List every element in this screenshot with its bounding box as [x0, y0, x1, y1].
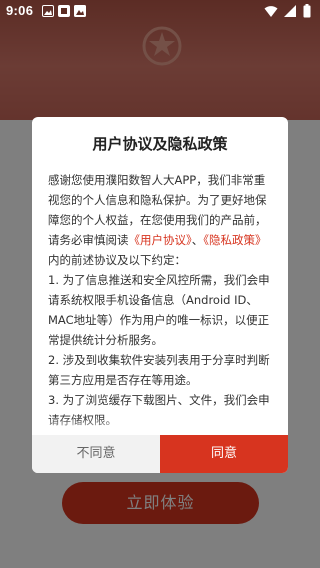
- image-icon: [74, 5, 86, 17]
- status-time: 9:06: [6, 3, 34, 18]
- disagree-button[interactable]: 不同意: [32, 435, 160, 473]
- signal-icon: [284, 5, 296, 17]
- content-fade: [32, 417, 288, 435]
- dialog-title: 用户协议及隐私政策: [92, 135, 228, 153]
- photo-icon: [42, 5, 54, 17]
- privacy-policy-dialog: 用户协议及隐私政策 感谢您使用濮阳数智人大APP，我们非常重视您的个人信息和隐私…: [32, 117, 288, 473]
- intro-paragraph: 感谢您使用濮阳数智人大APP，我们非常重视您的个人信息和隐私保护。为了更好地保障…: [48, 170, 274, 270]
- user-agreement-link[interactable]: 《用户协议》: [129, 233, 192, 247]
- notification-icon: [58, 5, 70, 17]
- agree-button[interactable]: 同意: [160, 435, 288, 473]
- status-bar: 9:06: [0, 0, 320, 24]
- link-separator: 、: [191, 233, 204, 247]
- app-screen: 立即体验 9:06 用户协议及隐私政策 感谢您使用濮: [0, 0, 320, 568]
- terms-item-2: 2. 涉及到收集软件安装列表用于分享时判断第三方应用是否存在等用途。: [48, 353, 270, 387]
- dialog-footer: 不同意 同意: [32, 435, 288, 473]
- intro-tail-text: 内的前述协议及以下约定：: [48, 253, 186, 267]
- battery-icon: [303, 4, 311, 18]
- terms-item-1: 1. 为了信息推送和安全风控所需，我们会申请系统权限手机设备信息（Android…: [48, 273, 270, 347]
- navigation-bar: [0, 540, 320, 568]
- dialog-content[interactable]: 感谢您使用濮阳数智人大APP，我们非常重视您的个人信息和隐私保护。为了更好地保障…: [48, 170, 274, 430]
- wifi-icon: [264, 6, 278, 17]
- privacy-policy-link[interactable]: 《隐私政策》: [203, 233, 266, 247]
